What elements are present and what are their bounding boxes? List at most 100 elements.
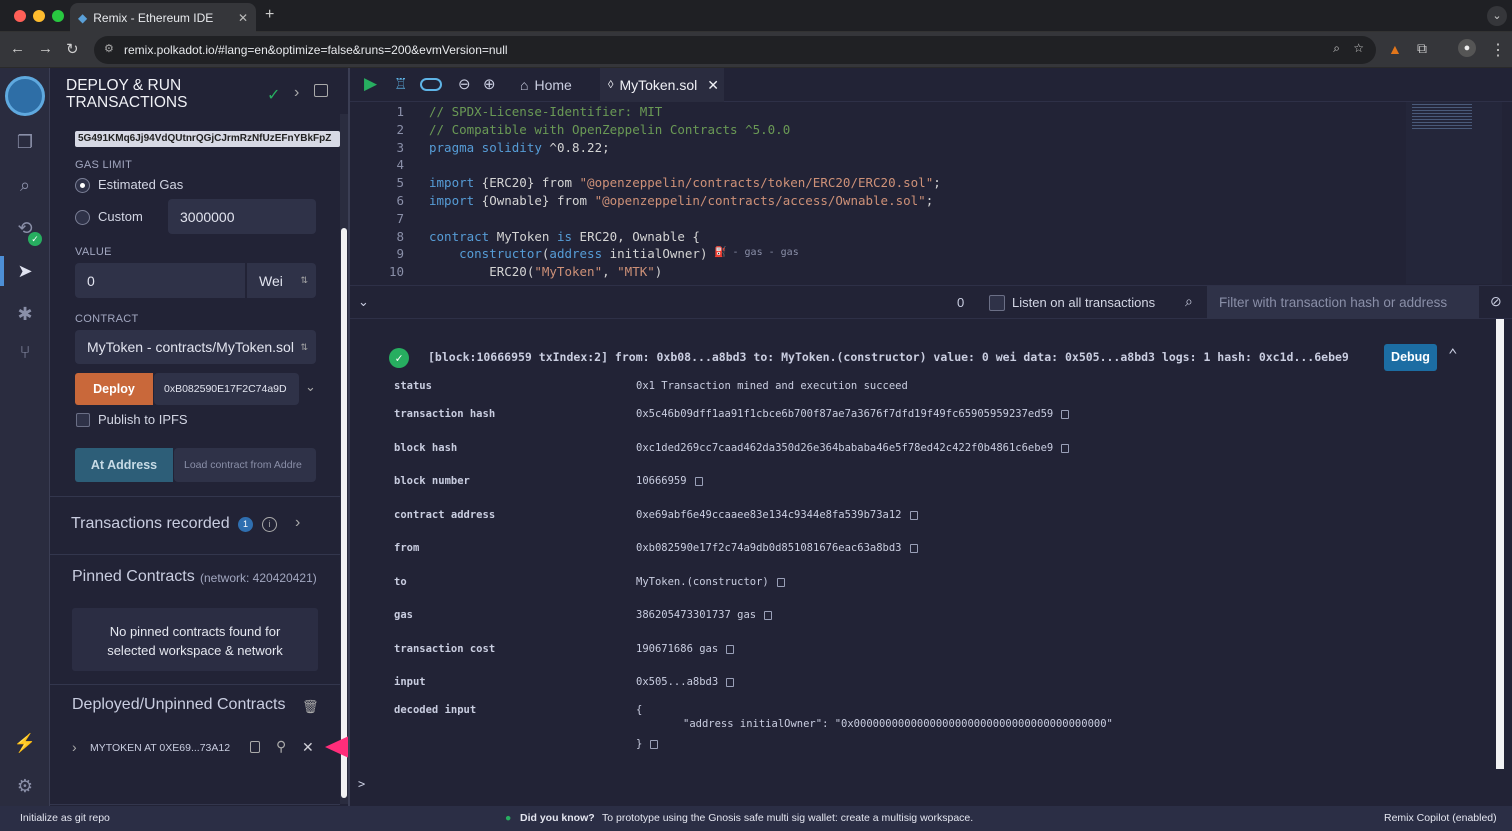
divider [50,496,340,497]
bookmark-star-icon[interactable]: ☆ [1353,41,1364,55]
minimap[interactable] [1406,102,1502,284]
code-token: ERC20( [429,264,535,280]
transactions-recorded-label[interactable]: Transactions recorded [71,515,230,533]
custom-gas-input[interactable]: 3000000 [168,199,316,234]
reload-icon[interactable]: ↻ [66,40,79,58]
load-contract-address-input[interactable]: Load contract from Addre [174,448,316,482]
git-icon[interactable]: ⑂ [0,334,50,370]
back-icon[interactable]: ← [10,40,25,57]
forward-icon[interactable]: → [38,40,53,57]
copy-icon[interactable] [726,644,735,654]
chevron-right-icon[interactable]: › [294,84,299,102]
run-script-icon[interactable]: ▶ [364,74,377,94]
estimated-gas-radio[interactable] [75,178,90,193]
contract-select[interactable]: MyToken - contracts/MyToken.sol ⇅ [75,330,316,364]
clear-terminal-icon[interactable]: ⊘ [1490,293,1502,310]
code-token: constructor [429,246,542,262]
profile-icon[interactable]: ● [1458,39,1476,57]
browser-menu-icon[interactable]: ⋮ [1490,40,1506,60]
copy-icon[interactable] [909,543,918,553]
copy-icon[interactable] [726,677,735,687]
file-explorer-icon[interactable]: ❐ [0,124,50,160]
copy-icon[interactable] [650,739,659,749]
info-icon[interactable]: i [262,517,277,532]
deployed-contract-item[interactable]: › MYTOKEN AT 0XE69...73A12 ⚲ ✕ [72,736,318,762]
tab-file-label: MyToken.sol [619,77,698,93]
code-token: contract [429,228,490,244]
tx-detail-value-text: MyToken.(constructor) [636,576,769,588]
browser-tab[interactable]: ◆ Remix - Ethereum IDE ✕ [70,3,256,32]
tab-home[interactable]: ⌂ Home [510,68,582,102]
remove-contract-close-icon[interactable]: ✕ [302,739,314,756]
close-tab-icon[interactable]: ✕ [238,11,248,25]
site-settings-icon[interactable]: ⚙ [104,42,114,55]
listen-all-checkbox[interactable] [989,295,1005,311]
home-icon: ⌂ [520,77,529,93]
settings-gear-icon[interactable]: ⚙ [0,768,50,804]
publish-ipfs-checkbox[interactable] [76,413,90,427]
account-field[interactable]: 5G491KMq6Jj94VdQUtnrQGjCJrmRzNfUzEFnYBkF… [75,131,340,147]
plugin-manager-icon[interactable]: ⚡ [0,725,50,761]
deploy-args-input[interactable]: 0xB082590E17F2C74a9D [154,373,299,405]
copy-icon[interactable] [1061,443,1070,453]
copy-icon[interactable] [764,610,773,620]
tab-mytoken-sol[interactable]: ◊ MyToken.sol ✕ [600,68,724,102]
tx-detail-value: 386205473301737 gas [636,609,773,621]
minimize-window-button[interactable] [33,10,45,22]
deploy-run-icon[interactable]: ➤ [0,253,50,289]
tx-summary[interactable]: [block:10666959 txIndex:2] from: 0xb08..… [428,350,1349,364]
zoom-out-icon[interactable]: ⊖ [458,75,471,93]
divider [50,554,340,555]
expand-contract-chevron-icon[interactable]: › [72,739,77,755]
deploy-button[interactable]: Deploy [75,373,153,405]
copy-icon[interactable] [694,476,703,486]
copilot-status[interactable]: Remix Copilot (enabled) [1384,812,1497,824]
collapse-terminal-icon[interactable]: ⌄ [358,294,369,310]
copy-address-icon[interactable] [250,741,260,753]
zoom-icon[interactable]: ⌕ [1333,41,1340,56]
debug-button[interactable]: Debug [1384,344,1437,371]
scroll-thumb[interactable] [341,228,347,798]
terminal-prompt[interactable]: > [358,777,365,791]
deployed-contract-label: MYTOKEN AT 0XE69...73A12 [90,742,231,754]
ai-robot-icon[interactable]: ♖ [394,75,407,93]
terminal-toolbar: ⌄ 0 Listen on all transactions ⌕ Filter … [350,285,1512,319]
contract-label: CONTRACT [75,313,139,325]
clear-deployed-trash-icon[interactable]: 🗑 [302,699,319,715]
terminal-output: ✓ [block:10666959 txIndex:2] from: 0xb08… [350,319,1512,806]
maximize-window-button[interactable] [52,10,64,22]
search-icon[interactable]: ⌕ [0,167,50,203]
tab-list-button[interactable]: ⌄ [1487,6,1507,26]
init-git-repo-link[interactable]: Initialize as git repo [20,812,110,824]
new-tab-button[interactable]: + [265,6,274,24]
copy-icon[interactable] [1061,409,1070,419]
code-line: ERC20("MyToken", "MTK") [429,264,662,279]
toggle-icon[interactable] [420,78,442,91]
copy-icon[interactable] [909,510,918,520]
copy-icon[interactable] [776,577,785,587]
terminal-scroll-track[interactable] [1496,319,1504,769]
code-token: , [602,264,618,280]
expand-transactions-chevron-icon[interactable]: › [295,514,300,532]
url-field[interactable]: ⚙ remix.polkadot.io/#lang=en&optimize=fa… [94,36,1376,64]
at-address-button[interactable]: At Address [75,448,173,482]
value-input[interactable]: 0 [75,263,245,298]
close-window-button[interactable] [14,10,26,22]
zoom-in-icon[interactable]: ⊕ [483,75,496,93]
pin-panel-icon[interactable] [314,84,328,97]
pin-contract-icon[interactable]: ⚲ [276,738,286,755]
close-file-tab-icon[interactable]: ✕ [707,77,719,94]
expand-args-chevron-icon[interactable]: ⌄ [305,379,316,395]
value-unit-select[interactable]: Wei ⇅ [247,263,316,298]
transaction-filter-input[interactable]: Filter with transaction hash or address [1207,286,1479,319]
code-editor[interactable]: 1 // SPDX-License-Identifier: MIT 2 // Comp… [350,102,1512,284]
custom-gas-radio[interactable] [75,210,90,225]
tip-text[interactable]: To prototype using the Gnosis safe multi… [602,812,973,824]
solidity-compiler-icon[interactable]: ⟲ ✓ [0,210,50,246]
compile-success-badge-icon: ✓ [28,232,42,246]
collapse-tx-chevron-icon[interactable]: ⌃ [1448,345,1458,364]
extensions-icon[interactable]: ⧉ [1417,40,1427,57]
remix-logo[interactable] [5,76,45,116]
metamask-extension-icon[interactable]: ▲ [1388,41,1402,57]
debugger-icon[interactable]: ✱ [0,296,50,332]
